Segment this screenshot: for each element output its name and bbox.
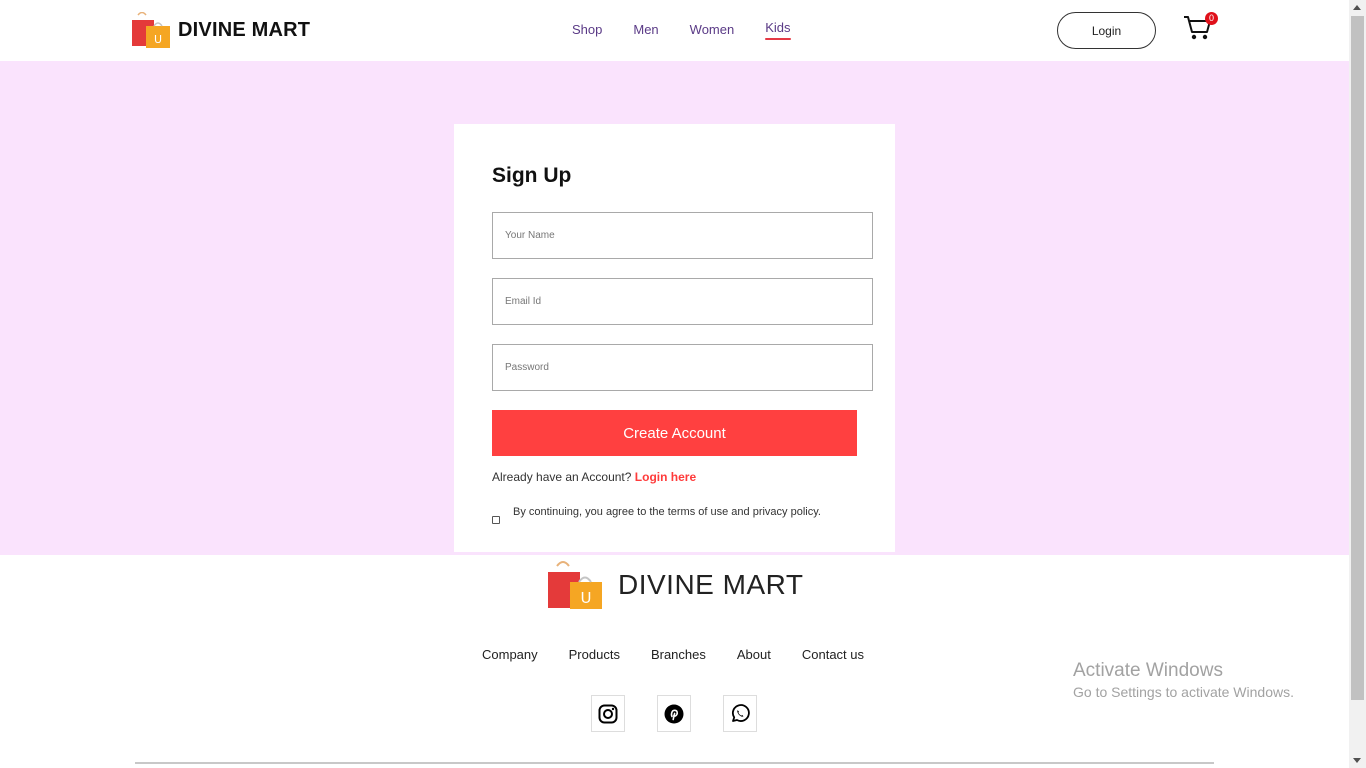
footer-link-products[interactable]: Products bbox=[569, 647, 620, 662]
footer-brand-name: DIVINE MART bbox=[618, 569, 804, 600]
signup-title: Sign Up bbox=[492, 164, 572, 187]
brand[interactable]: U DIVINE MART bbox=[132, 11, 311, 48]
nav-men[interactable]: Men bbox=[633, 22, 658, 37]
brand-name: DIVINE MART bbox=[178, 18, 311, 41]
password-field[interactable] bbox=[492, 344, 873, 391]
nav-women[interactable]: Women bbox=[690, 22, 735, 37]
login-here-link[interactable]: Login here bbox=[635, 470, 696, 484]
watermark-subtitle: Go to Settings to activate Windows. bbox=[1073, 684, 1294, 700]
footer-link-company[interactable]: Company bbox=[482, 647, 538, 662]
instagram-icon bbox=[598, 704, 618, 723]
scroll-down-arrow-icon[interactable] bbox=[1353, 758, 1361, 763]
site-header: U DIVINE MART Shop Men Women Kids Login … bbox=[0, 0, 1349, 61]
footer-nav: Company Products Branches About Contact … bbox=[482, 647, 895, 662]
pinterest-link[interactable] bbox=[657, 695, 691, 732]
pinterest-icon bbox=[664, 704, 684, 723]
instagram-link[interactable] bbox=[591, 695, 625, 732]
login-prompt: Already have an Account? Login here bbox=[492, 470, 696, 484]
create-account-button[interactable]: Create Account bbox=[492, 410, 857, 456]
scrollbar-thumb[interactable] bbox=[1351, 16, 1364, 700]
footer-link-branches[interactable]: Branches bbox=[651, 647, 706, 662]
svg-text:U: U bbox=[581, 589, 592, 607]
shopping-bag-logo-icon: U bbox=[132, 11, 170, 48]
cart-count-badge: 0 bbox=[1205, 12, 1218, 25]
footer-link-contact[interactable]: Contact us bbox=[802, 647, 864, 662]
main-nav: Shop Men Women Kids bbox=[572, 20, 822, 40]
whatsapp-icon bbox=[731, 703, 750, 722]
name-field[interactable] bbox=[492, 212, 873, 259]
footer-link-about[interactable]: About bbox=[737, 647, 771, 662]
already-account-text: Already have an Account? bbox=[492, 470, 632, 484]
email-field[interactable] bbox=[492, 278, 873, 325]
login-button[interactable]: Login bbox=[1057, 12, 1156, 49]
vertical-scrollbar[interactable] bbox=[1349, 0, 1366, 768]
windows-activation-watermark: Activate Windows Go to Settings to activ… bbox=[1073, 660, 1294, 700]
shopping-bag-logo-icon: U bbox=[548, 560, 604, 610]
svg-text:U: U bbox=[154, 33, 162, 46]
whatsapp-link[interactable] bbox=[723, 695, 757, 732]
signup-card: Sign Up Create Account Already have an A… bbox=[454, 124, 895, 552]
footer-brand[interactable]: U DIVINE MART bbox=[548, 560, 803, 610]
nav-kids[interactable]: Kids bbox=[765, 20, 791, 40]
terms-checkbox[interactable] bbox=[492, 516, 500, 524]
terms-text: By continuing, you agree to the terms of… bbox=[513, 506, 821, 518]
terms-agreement: By continuing, you agree to the terms of… bbox=[492, 503, 852, 524]
nav-shop[interactable]: Shop bbox=[572, 22, 602, 37]
footer-divider bbox=[135, 762, 1214, 764]
scroll-up-arrow-icon[interactable] bbox=[1353, 5, 1361, 10]
cart-button[interactable]: 0 bbox=[1183, 12, 1218, 42]
watermark-title: Activate Windows bbox=[1073, 660, 1223, 681]
